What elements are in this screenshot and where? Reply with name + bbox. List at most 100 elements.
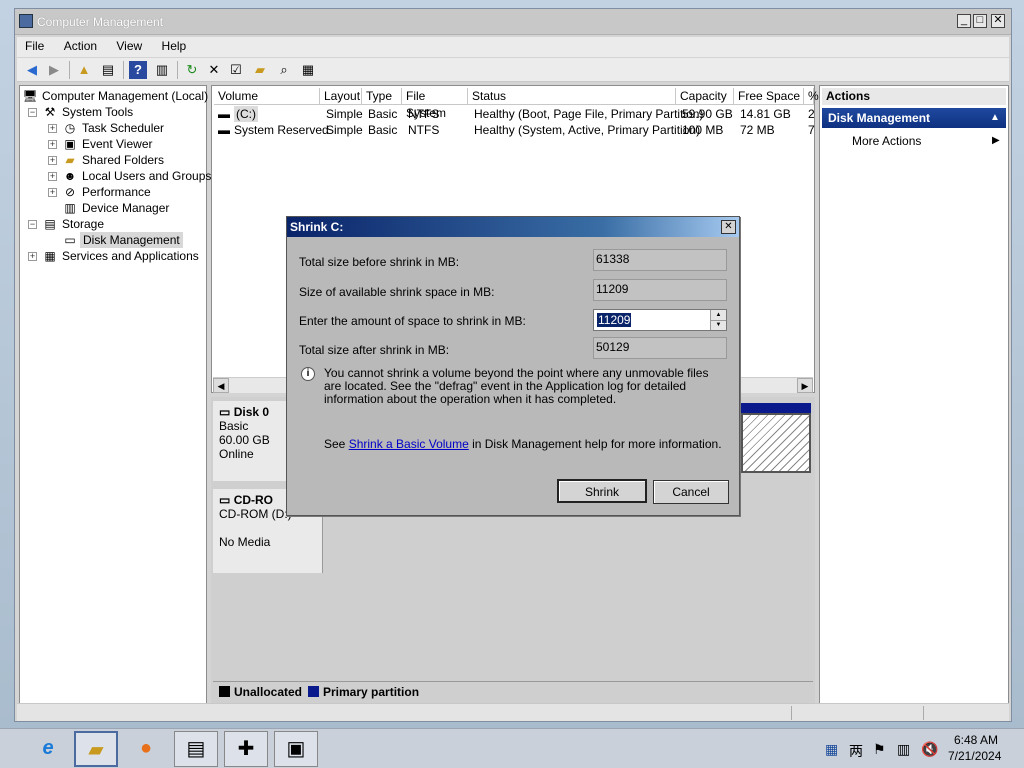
legend-unallocated-swatch [219,686,230,697]
tree-item-task-scheduler[interactable]: Task Scheduler [82,120,164,136]
refresh-icon[interactable]: ↻ [183,61,201,79]
back-arrow-icon[interactable]: ◀ [23,61,41,79]
amount-stepper[interactable]: 11209 ▲ ▼ [593,309,727,331]
volume-file-system: NTFS [408,107,440,121]
tray-language-icon[interactable]: 两 [849,741,863,761]
menu-view[interactable]: View [108,37,150,53]
tree-item-device-manager[interactable]: Device Manager [82,200,169,216]
menu-action[interactable]: Action [56,37,105,53]
amount-input[interactable]: 11209 [597,313,632,327]
scroll-left-icon[interactable]: ◀ [213,378,229,393]
status-bar [17,703,1009,721]
expand-icon[interactable]: + [48,188,57,197]
tree-item-root[interactable]: Computer Management (Local) [42,88,208,104]
expand-icon[interactable]: + [48,172,57,181]
help-icon[interactable]: ? [129,61,147,79]
column-header-type[interactable]: Type [362,88,402,105]
tray-network-icon[interactable]: ▥ [897,741,910,758]
tray-volume-muted-icon[interactable]: 🔇 [921,741,938,758]
volume-free-space: 72 MB [740,123,775,137]
actions-pane: Actions Disk Management ▲ More Actions ▶ [819,85,1009,705]
tree-item-performance[interactable]: Performance [82,184,151,200]
column-header-volume[interactable]: Volume [214,88,320,105]
cdrom-media: No Media [219,535,271,549]
stepper-down-icon[interactable]: ▼ [710,320,726,330]
actions-section-label: Disk Management [828,111,931,125]
performance-icon: ⊘ [64,185,76,199]
more-actions-item[interactable]: More Actions ▶ [822,132,1006,150]
computer-management-icon[interactable]: ▣ [274,731,318,767]
expand-icon[interactable]: + [28,252,37,261]
properties-pane-icon[interactable]: ▥ [153,61,171,79]
close-icon[interactable]: ✕ [991,14,1005,28]
delete-icon[interactable]: ✕ [205,61,223,79]
tree-item-shared-folders[interactable]: Shared Folders [82,152,164,168]
tray-flag-icon[interactable]: ⚑ [873,741,886,758]
column-header-capacity[interactable]: Capacity [676,88,734,105]
volume-capacity: 59.90 GB [682,107,733,121]
tree-item-local-users[interactable]: Local Users and Groups [82,168,211,184]
open-icon[interactable]: ▰ [251,61,269,79]
column-header-percent[interactable]: % [804,88,819,105]
help-link[interactable]: Shrink a Basic Volume [349,437,469,451]
volume-percent: 7 [808,123,815,137]
tree-item-services[interactable]: Services and Applications [62,248,199,264]
disk-management-icon: ▭ [64,233,76,247]
column-header-free-space[interactable]: Free Space [734,88,804,105]
collapse-icon[interactable]: − [28,220,37,229]
column-header-file-system[interactable]: File System [402,88,468,120]
legend-unallocated: Unallocated [234,685,303,699]
services-icon: ▦ [44,249,56,263]
disk-icon: ▭ [219,405,231,419]
shrink-button[interactable]: Shrink [557,479,647,503]
users-icon: ☻ [63,169,77,183]
minimize-icon[interactable]: _ [957,14,971,28]
menu-help[interactable]: Help [154,37,195,53]
dialog-close-icon[interactable]: ✕ [721,220,736,234]
search-icon[interactable]: ⌕ [275,61,293,79]
firefox-icon[interactable]: ● [124,731,168,767]
menu-file[interactable]: File [17,37,52,53]
stepper-up-icon[interactable]: ▲ [710,310,726,320]
tree-item-storage[interactable]: Storage [62,216,104,232]
status-divider [791,706,792,720]
tray-grid-icon[interactable]: ▦ [825,741,838,758]
expand-icon[interactable]: + [48,124,57,133]
window-titlebar[interactable]: Computer Management _ □ ✕ [15,9,1011,35]
toolbar: ◀ ▶ ▲ ▤ ? ▥ ↻ ✕ ☑ ▰ ⌕ ▦ [17,58,1009,82]
actions-section[interactable]: Disk Management ▲ [822,108,1006,128]
cdrom-name: CD-RO [233,493,274,507]
up-folder-icon[interactable]: ▲ [75,61,93,79]
collapse-up-icon[interactable]: ▲ [990,108,1000,128]
toolbar-separator [177,61,178,79]
expand-icon[interactable]: + [48,156,57,165]
column-header-layout[interactable]: Layout [320,88,362,105]
table-row[interactable]: ▬ (C:) Simple Basic NTFS Healthy (Boot, … [214,106,815,122]
tree-item-disk-management[interactable]: Disk Management [80,232,183,248]
maximize-icon[interactable]: □ [973,14,987,28]
file-explorer-icon[interactable]: ▰ [74,731,118,767]
properties-icon[interactable]: ☑ [227,61,245,79]
total-before-label: Total size before shrink in MB: [299,255,460,269]
show-hide-tree-icon[interactable]: ▤ [99,61,117,79]
collapse-icon[interactable]: − [28,108,37,117]
expand-icon[interactable]: + [48,140,57,149]
forward-arrow-icon[interactable]: ▶ [45,61,63,79]
volume-type: Basic [368,107,398,121]
tree-item-event-viewer[interactable]: Event Viewer [82,136,152,152]
dialog-titlebar[interactable]: Shrink C: ✕ [287,217,739,237]
console-tree: 🖥 Computer Management (Local) − ⚒ System… [19,85,211,705]
internet-explorer-icon[interactable]: e [26,731,70,767]
server-manager-icon[interactable]: ▤ [174,731,218,767]
drive-icon: ▬ [218,123,230,137]
tree-item-system-tools[interactable]: System Tools [62,104,133,120]
scroll-right-icon[interactable]: ▶ [797,378,813,393]
partition-c[interactable] [741,413,811,473]
disk-icon[interactable]: ▦ [299,61,317,79]
column-header-status[interactable]: Status [468,88,676,105]
cancel-button[interactable]: Cancel [653,480,729,504]
clock-time[interactable]: 6:48 AM [954,733,998,747]
clock-date[interactable]: 7/21/2024 [948,749,1001,763]
table-row[interactable]: ▬ System Reserved Simple Basic NTFS Heal… [214,122,815,138]
control-panel-icon[interactable]: ✚ [224,731,268,767]
